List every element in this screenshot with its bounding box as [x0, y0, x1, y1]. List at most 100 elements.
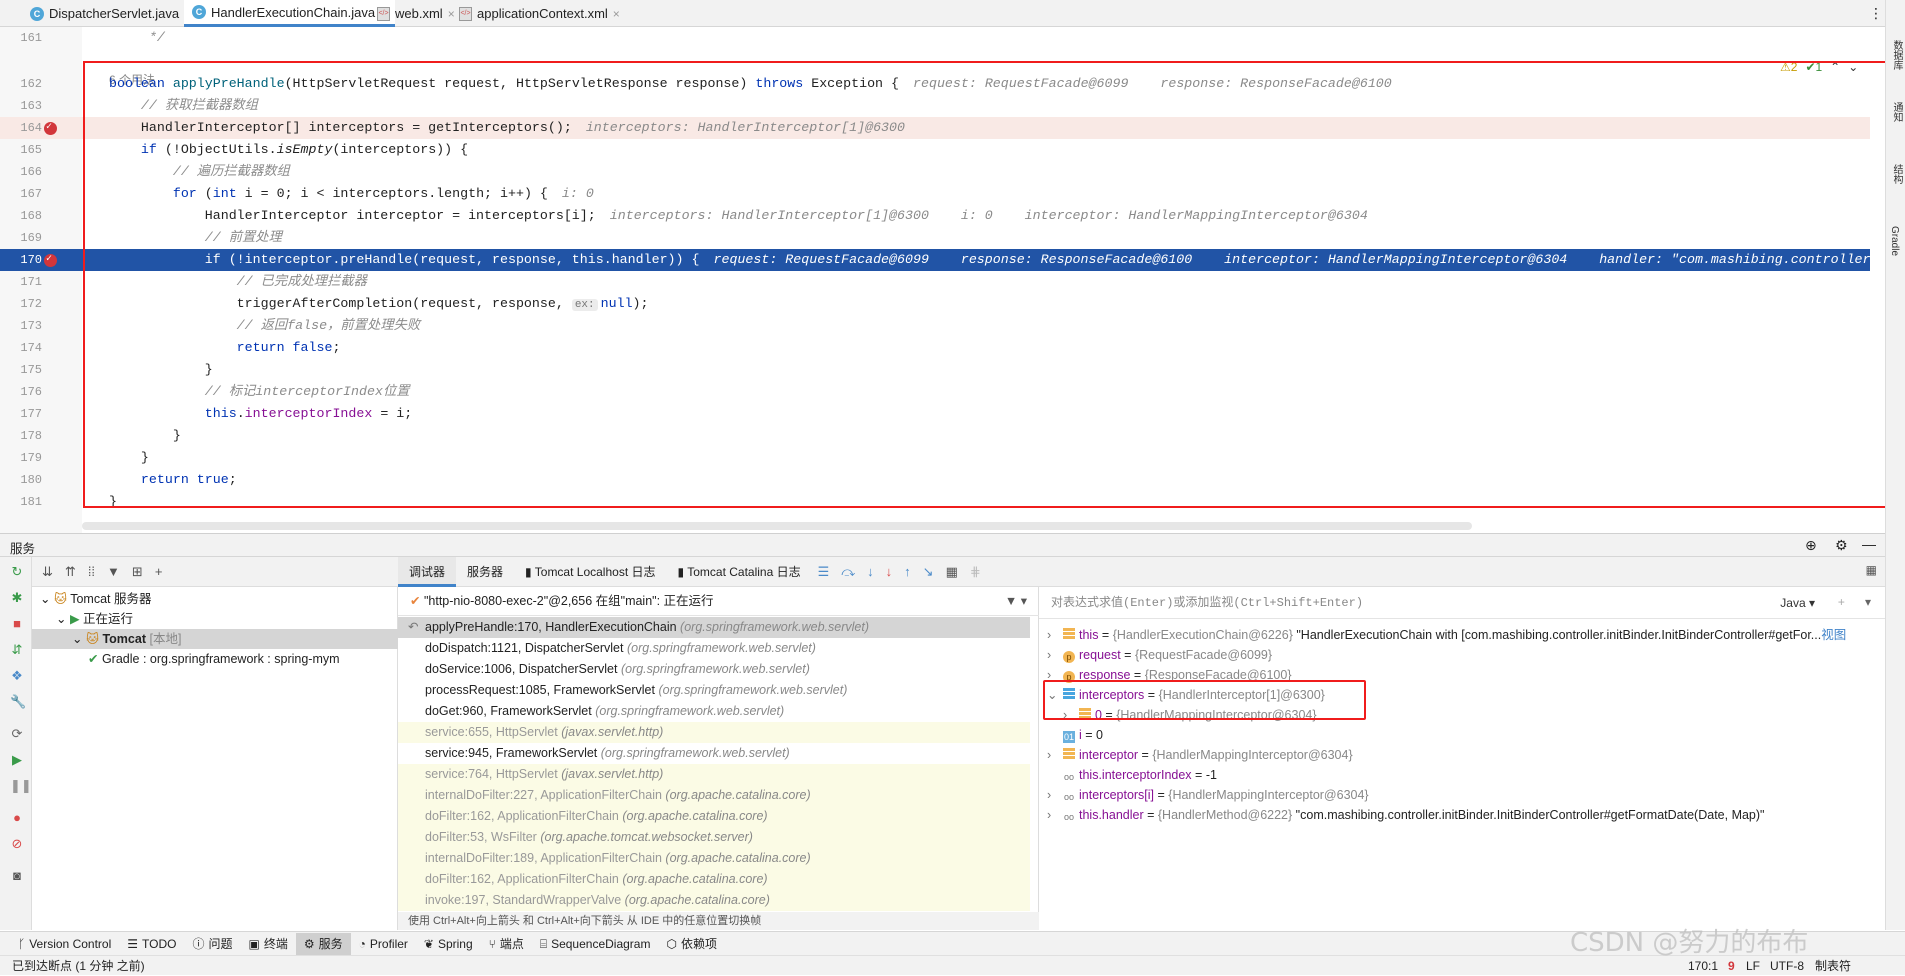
stack-frame[interactable]: doFilter:162, ApplicationFilterChain (or…: [398, 806, 1030, 827]
evaluate-expression-input[interactable]: 对表达式求值(Enter)或添加监视(Ctrl+Shift+Enter) Jav…: [1039, 587, 1885, 619]
tool-window-dependencies[interactable]: ⬡ 依赖项: [658, 933, 725, 955]
variable-row[interactable]: oo this.interceptorIndex = -1: [1039, 765, 1885, 785]
tool-window-terminal[interactable]: ▣ 终端: [241, 933, 296, 955]
expand-icon[interactable]: ›: [1047, 625, 1051, 645]
line-number[interactable]: 170: [0, 249, 42, 271]
line-number[interactable]: 174: [0, 337, 42, 359]
filter-icon[interactable]: ▼: [107, 564, 120, 579]
resume-icon[interactable]: ▶: [10, 753, 24, 767]
caret-position[interactable]: 170:1: [1688, 956, 1718, 976]
artifact-icon[interactable]: ❖: [10, 669, 24, 683]
expand-all-icon[interactable]: ⇊: [42, 564, 53, 580]
line-number[interactable]: 175: [0, 359, 42, 381]
collapse-all-icon[interactable]: ⇈: [65, 564, 76, 580]
status-message[interactable]: 已到达断点 (1 分钟 之前): [12, 956, 145, 976]
trace-icon[interactable]: ⋕: [970, 564, 981, 580]
variable-row[interactable]: › p request = {RequestFacade@6099}: [1039, 645, 1885, 665]
line-separator[interactable]: LF: [1746, 956, 1760, 976]
expand-icon[interactable]: ›: [1047, 645, 1051, 665]
layout-icon[interactable]: ▦: [1866, 563, 1877, 577]
code-line[interactable]: 161 */: [0, 27, 1870, 49]
force-step-into-icon[interactable]: ↓: [886, 564, 893, 579]
debug-icon[interactable]: ✱: [10, 591, 24, 605]
variable-row[interactable]: 01 i = 0: [1039, 725, 1885, 745]
tool-window-spring[interactable]: ❦ Spring: [416, 933, 481, 955]
stack-frame[interactable]: doGet:960, FrameworkServlet (org.springf…: [398, 701, 1030, 722]
line-number[interactable]: 167: [0, 183, 42, 205]
tool-window-profiler[interactable]: ◔ Profiler: [351, 933, 416, 955]
close-icon[interactable]: ×: [613, 7, 620, 21]
step-over-icon[interactable]: ⤼: [841, 564, 855, 580]
debug-tab[interactable]: 调试器: [398, 556, 457, 587]
file-encoding[interactable]: UTF-8: [1770, 956, 1804, 976]
tool-window-vcs[interactable]: ᚴ Version Control: [10, 933, 119, 955]
stack-frame[interactable]: invoke:197, StandardWrapperValve (org.ap…: [398, 890, 1030, 911]
tree-item[interactable]: ⌄ ▶ 正在运行: [32, 609, 398, 629]
line-number[interactable]: 178: [0, 425, 42, 447]
mute-breakpoints-icon[interactable]: ⊘: [10, 837, 24, 851]
stack-frame[interactable]: doFilter:162, ApplicationFilterChain (or…: [398, 869, 1030, 890]
stack-frame[interactable]: service:655, HttpServlet (javax.servlet.…: [398, 722, 1030, 743]
breakpoint-icon[interactable]: [44, 249, 57, 271]
expand-icon[interactable]: ›: [1047, 745, 1051, 765]
expand-icon[interactable]: ›: [1047, 785, 1051, 805]
expand-icon[interactable]: ›: [1047, 805, 1051, 825]
variable-row[interactable]: › interceptor = {HandlerMappingIntercepto…: [1039, 745, 1885, 765]
thread-selector[interactable]: ✔ "http-nio-8080-exec-2"@2,656 在组"main":…: [398, 587, 1039, 616]
debug-tab[interactable]: ▮ Tomcat Catalina 日志: [666, 557, 811, 587]
line-number[interactable]: 179: [0, 447, 42, 469]
refresh-icon[interactable]: ⟳: [10, 727, 24, 741]
group-icon[interactable]: ⁞⁞: [88, 564, 95, 579]
line-number[interactable]: 177: [0, 403, 42, 425]
right-tool-0[interactable]: 数据库: [1889, 40, 1904, 70]
stack-frame[interactable]: internalDoFilter:189, ApplicationFilterC…: [398, 848, 1030, 869]
step-out-icon[interactable]: ↑: [904, 564, 911, 579]
stack-frame[interactable]: processRequest:1085, FrameworkServlet (o…: [398, 680, 1030, 701]
tree-item[interactable]: ⌄ 🐱 Tomcat 服务器: [32, 589, 398, 609]
tool-window-endpoints[interactable]: ⑂ 端点: [481, 933, 532, 955]
right-tool-1[interactable]: 通知: [1889, 102, 1904, 122]
line-number[interactable]: 168: [0, 205, 42, 227]
wrench-icon[interactable]: 🔧: [10, 695, 26, 709]
run-to-cursor-icon[interactable]: ↘: [923, 564, 934, 580]
tool-window-services[interactable]: ⚙ 服务: [295, 932, 351, 955]
indent-setting[interactable]: 制表符: [1815, 956, 1851, 976]
tab-dispatcherservlet-java[interactable]: CDispatcherServlet.java×: [22, 0, 199, 27]
camera-icon[interactable]: ◙: [10, 869, 24, 883]
line-number[interactable]: 162: [0, 73, 42, 95]
menu-icon[interactable]: ☰: [818, 564, 830, 580]
language-select[interactable]: Java ▾: [1780, 587, 1815, 619]
stack-frame[interactable]: doDispatch:1121, DispatcherServlet (org.…: [398, 638, 1030, 659]
deploy-icon[interactable]: ⇵: [10, 643, 24, 657]
chevron-down-icon[interactable]: ⌄: [72, 632, 86, 646]
target-icon[interactable]: ⊕: [1805, 537, 1817, 554]
step-into-icon[interactable]: ↓: [867, 564, 874, 579]
tool-window-todo[interactable]: ☰ TODO: [119, 933, 184, 955]
pin-icon[interactable]: ⊞: [132, 564, 143, 580]
right-tool-2[interactable]: 结构: [1889, 164, 1904, 184]
stack-frame[interactable]: service:945, FrameworkServlet (org.sprin…: [398, 743, 1030, 764]
line-number[interactable]: 172: [0, 293, 42, 315]
stack-frame[interactable]: ↶ applyPreHandle:170, HandlerExecutionCha…: [398, 617, 1030, 638]
line-number[interactable]: 165: [0, 139, 42, 161]
horizontal-scrollbar[interactable]: [82, 522, 1472, 530]
line-number[interactable]: 161: [0, 27, 42, 49]
tab-web-xml[interactable]: </> web.xml ×: [369, 0, 463, 27]
tree-item[interactable]: ⌄ 🐱 Tomcat [本地]: [32, 629, 398, 649]
tab-handlerexecutionchain-java[interactable]: CHandlerExecutionChain.java×: [184, 0, 396, 27]
plugin-icon[interactable]: 9: [1728, 956, 1735, 976]
minimize-icon[interactable]: —: [1862, 536, 1876, 552]
line-number[interactable]: 164: [0, 117, 42, 139]
add-watch-icon[interactable]: +: [1838, 587, 1845, 619]
gear-icon[interactable]: ⚙: [1835, 537, 1848, 554]
more-tabs-icon[interactable]: ⋮: [1869, 5, 1883, 22]
debug-tab[interactable]: 服务器: [456, 557, 514, 587]
tab-applicationcontext-xml[interactable]: </> applicationContext.xml ×: [451, 0, 628, 27]
debug-tab[interactable]: ▮ Tomcat Localhost 日志: [514, 557, 666, 587]
stop-icon[interactable]: ■: [10, 617, 24, 631]
breakpoint-icon[interactable]: [44, 117, 57, 139]
dropdown-icon[interactable]: ▾: [1865, 587, 1871, 619]
stack-frame[interactable]: service:764, HttpServlet (javax.servlet.…: [398, 764, 1030, 785]
stack-frame[interactable]: internalDoFilter:227, ApplicationFilterC…: [398, 785, 1030, 806]
evaluate-icon[interactable]: ▦: [946, 564, 958, 580]
